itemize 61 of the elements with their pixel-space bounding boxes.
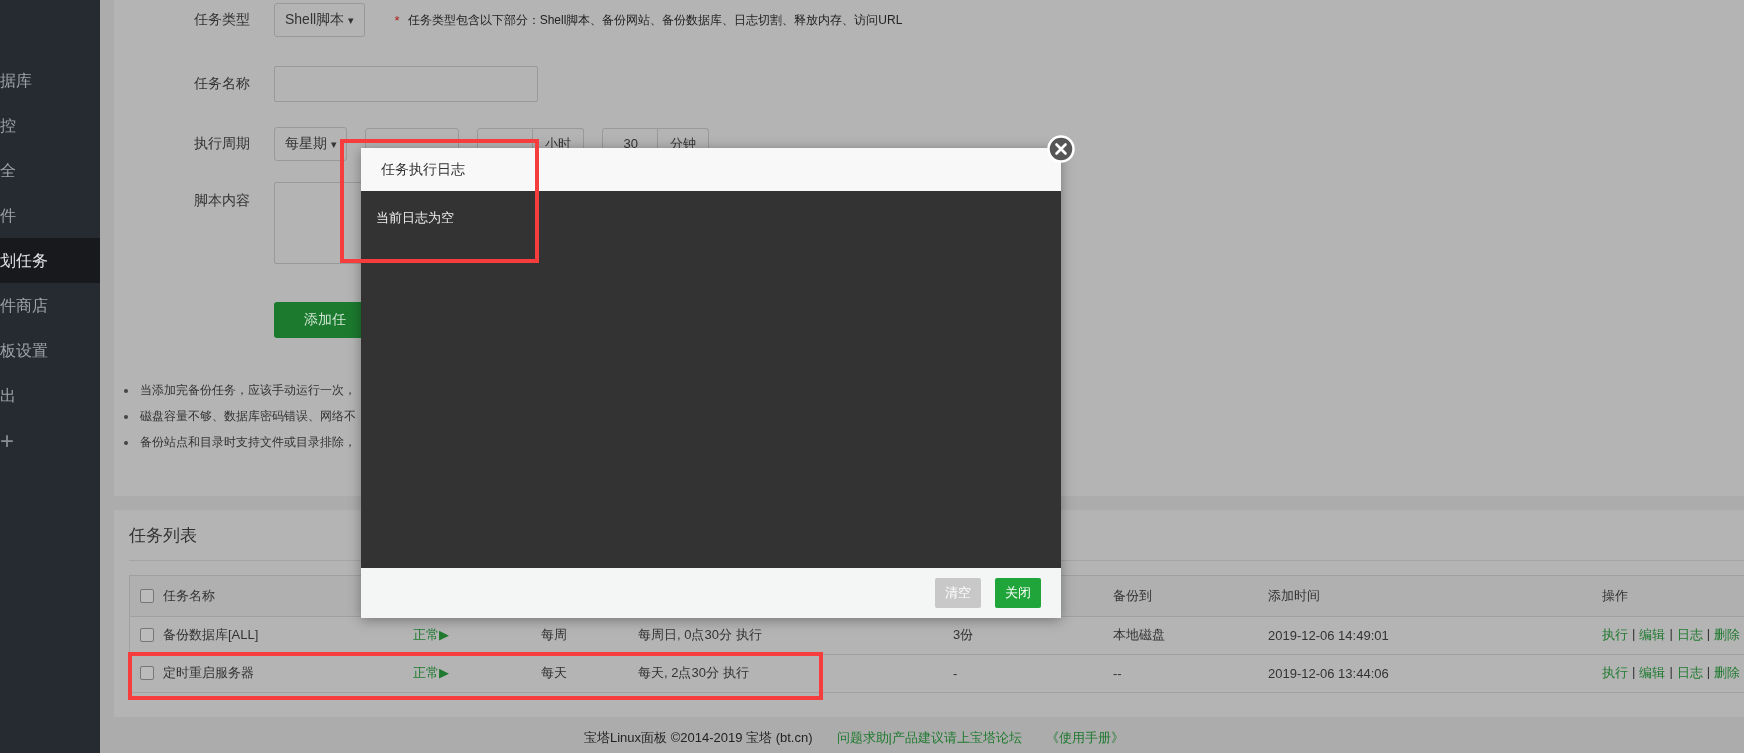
table-cell: 2019-12-06 13:44:06 (1268, 665, 1389, 681)
table-cell: 本地磁盘 (1113, 626, 1165, 645)
table-cell: -- (1113, 665, 1122, 681)
task-name-input[interactable] (274, 66, 538, 102)
action-link[interactable]: 删除 (1714, 626, 1741, 645)
column-header: 备份到 (1113, 586, 1152, 605)
dialog-button[interactable]: 关闭 (995, 578, 1041, 608)
action-link[interactable]: 删除 (1714, 664, 1741, 683)
field-label: 执行周期 (194, 135, 251, 153)
copyright-text: 宝塔Linux面板 ©2014-2019 宝塔 (bt.cn) (584, 729, 813, 748)
action-link[interactable]: 日志 (1676, 664, 1703, 683)
action-link[interactable]: 执行 (1602, 626, 1628, 645)
separator-text: | (1632, 664, 1636, 682)
separator-text: | (1669, 664, 1673, 682)
action-link[interactable]: 日志 (1676, 626, 1703, 645)
sidebar-item[interactable]: 控 (0, 103, 100, 148)
table-cell: 每周 (541, 626, 567, 645)
tip-text: 当添加完备份任务，应该手动运行一次， (140, 382, 356, 399)
sidebar-item[interactable]: 板设置 (0, 328, 100, 373)
field-label: 任务类型 (194, 11, 251, 29)
table-cell: 定时重启服务器 (163, 664, 254, 683)
sidebar-item[interactable]: 据库 (0, 58, 100, 103)
column-header: 操作 (1602, 586, 1628, 605)
tip-text: 备份站点和目录时支持文件或目录排除， (140, 434, 356, 451)
table-cell: 备份数据库[ALL] (163, 626, 259, 645)
column-header: 添加时间 (1268, 586, 1320, 605)
footer-link[interactable]: 问题求助|产品建议请上宝塔论坛 (836, 729, 1022, 748)
table-cell: 每周日, 0点30分 执行 (638, 626, 762, 645)
table-cell: 3份 (953, 626, 974, 645)
separator-text: | (1632, 626, 1636, 644)
table-cell: 每天 (541, 664, 567, 683)
checkbox[interactable] (140, 628, 154, 643)
checkbox[interactable] (140, 588, 154, 603)
sidebar-item[interactable]: 件商店 (0, 283, 100, 328)
table-cell: - (953, 665, 958, 681)
tip-text: 磁盘容量不够、数据库密码错误、网络不 (140, 408, 356, 425)
cycle-dropdown[interactable]: 每星期 ▾ (274, 127, 348, 161)
action-link[interactable]: 编辑 (1639, 626, 1666, 645)
table-cell: 2019-12-06 14:49:01 (1268, 627, 1389, 643)
task-type-dropdown[interactable]: Shell脚本 ▾ (274, 3, 365, 37)
separator-text: | (1706, 664, 1711, 682)
sidebar-item[interactable]: 件 (0, 193, 100, 238)
sidebar-item[interactable]: 划任务 (0, 238, 100, 283)
action-link[interactable]: 编辑 (1639, 664, 1666, 683)
task-type-note: 任务类型包含以下部分：Shell脚本、备份网站、备份数据库、日志切割、释放内存、访问URL (407, 11, 903, 29)
sidebar-item[interactable]: 出 (0, 373, 100, 418)
status-link[interactable]: 正常▶ (413, 664, 449, 683)
required-mark: * (394, 12, 400, 28)
table-cell: 每天, 2点30分 执行 (638, 664, 749, 683)
add-icon[interactable]: + (0, 418, 16, 463)
sidebar-item[interactable]: 全 (0, 148, 100, 193)
action-link[interactable]: 执行 (1602, 664, 1628, 683)
separator-text: | (1706, 626, 1711, 644)
separator-text: | (1669, 626, 1673, 644)
column-header: 任务名称 (163, 586, 215, 605)
checkbox[interactable] (140, 666, 154, 681)
footer-link[interactable]: 《使用手册》 (1045, 729, 1124, 748)
status-link[interactable]: 正常▶ (413, 626, 449, 645)
field-label: 任务名称 (194, 75, 251, 93)
log-text: 当前日志为空 (376, 210, 454, 225)
field-label: 脚本内容 (194, 192, 251, 210)
